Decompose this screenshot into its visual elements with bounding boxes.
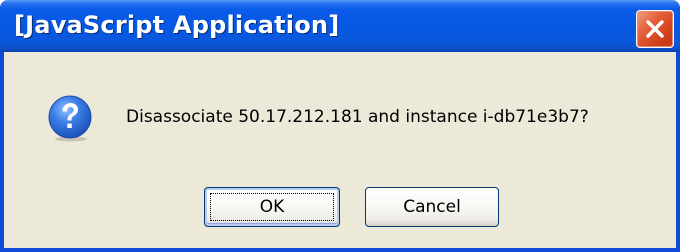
cancel-button-label: Cancel <box>403 197 461 217</box>
dialog-body: Disassociate 50.17.212.181 and instance … <box>4 52 676 248</box>
ok-button-label: OK <box>259 197 285 217</box>
close-x-icon <box>646 20 664 38</box>
dialog-message: Disassociate 50.17.212.181 and instance … <box>126 107 589 127</box>
title-bar[interactable]: [JavaScript Application] <box>0 0 680 52</box>
close-button[interactable] <box>636 10 674 48</box>
question-icon <box>48 95 92 142</box>
cancel-button[interactable]: Cancel <box>365 187 499 227</box>
javascript-dialog: [JavaScript Application] Disassociate 50… <box>0 0 680 252</box>
window-title: [JavaScript Application] <box>14 11 340 39</box>
ok-button[interactable]: OK <box>204 187 340 227</box>
